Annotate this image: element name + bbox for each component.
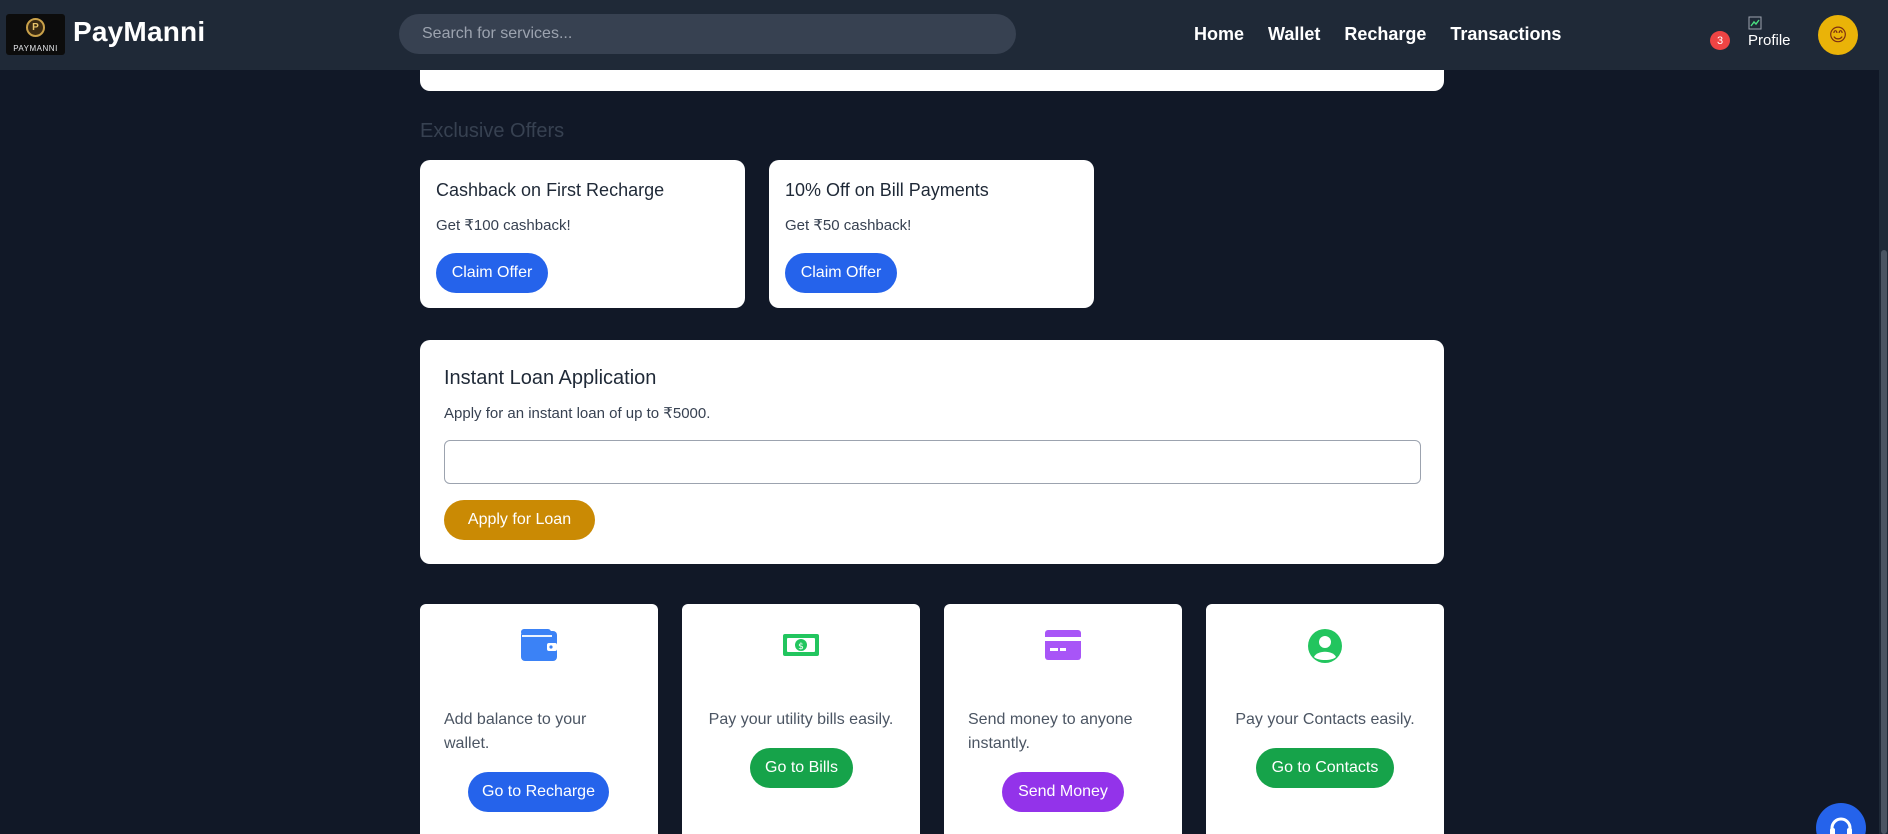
nav-link-transactions[interactable]: Transactions <box>1450 24 1561 45</box>
feature-desc: Send money to anyone instantly. <box>968 711 1133 752</box>
credit-card-icon <box>1045 630 1081 660</box>
feature-desc: Pay your Contacts easily. <box>1235 711 1415 728</box>
profile-image[interactable]: Profile <box>1746 16 1792 50</box>
support-chat-button[interactable] <box>1816 803 1866 834</box>
logo-text: PAYMANNI <box>13 44 58 53</box>
logo[interactable]: P PAYMANNI <box>6 14 65 55</box>
feature-desc: Add balance to your wallet. <box>444 711 587 752</box>
wallet-icon <box>521 629 557 661</box>
nav-link-recharge[interactable]: Recharge <box>1344 24 1426 45</box>
broken-image-icon <box>1748 16 1762 30</box>
loan-desc: Apply for an instant loan of up to ₹5000… <box>444 405 711 422</box>
go-to-recharge-button[interactable]: Go to Recharge <box>468 772 609 812</box>
claim-offer-button[interactable]: Claim Offer <box>785 253 897 293</box>
nav-link-home[interactable]: Home <box>1194 24 1244 45</box>
loan-amount-input[interactable] <box>444 440 1421 484</box>
offer-card: 10% Off on Bill Payments Get ₹50 cashbac… <box>769 160 1094 308</box>
user-circle-icon <box>1308 629 1342 663</box>
apply-loan-button[interactable]: Apply for Loan <box>444 500 595 540</box>
avatar[interactable]: 😊 <box>1818 15 1858 55</box>
money-bill-icon: $ <box>783 634 819 656</box>
feature-card-send-money: Send money to anyone instantly. Send Mon… <box>944 604 1182 834</box>
claim-offer-button[interactable]: Claim Offer <box>436 253 548 293</box>
feature-card-bills: $ Pay your utility bills easily. Go to B… <box>682 604 920 834</box>
navbar: P PAYMANNI PayManni Home Wallet Recharge… <box>0 0 1888 70</box>
send-money-button[interactable]: Send Money <box>1002 772 1124 812</box>
svg-text:$: $ <box>798 642 804 652</box>
offer-title: 10% Off on Bill Payments <box>785 180 989 200</box>
scrollbar-thumb[interactable] <box>1881 250 1887 834</box>
headset-icon <box>1830 817 1852 834</box>
logo-coin-icon: P <box>26 18 45 37</box>
section-title: Exclusive Offers <box>420 120 565 142</box>
offer-desc: Get ₹100 cashback! <box>436 217 571 234</box>
offer-desc: Get ₹50 cashback! <box>785 217 912 234</box>
search-input[interactable] <box>399 14 1016 54</box>
nav-links: Home Wallet Recharge Transactions <box>1194 24 1561 45</box>
go-to-contacts-button[interactable]: Go to Contacts <box>1256 748 1394 788</box>
offer-card: Cashback on First Recharge Get ₹100 cash… <box>420 160 745 308</box>
loan-title: Instant Loan Application <box>444 367 657 389</box>
loan-card: Instant Loan Application Apply for an in… <box>420 340 1444 564</box>
feature-desc: Pay your utility bills easily. <box>708 711 894 728</box>
profile-alt-text: Profile <box>1748 32 1791 49</box>
offer-title: Cashback on First Recharge <box>436 180 665 200</box>
go-to-bills-button[interactable]: Go to Bills <box>750 748 853 788</box>
notification-badge[interactable]: 3 <box>1710 31 1730 50</box>
brand-name[interactable]: PayManni <box>73 16 205 48</box>
feature-card-recharge: Add balance to your wallet. Go to Rechar… <box>420 604 658 834</box>
feature-card-contacts: Pay your Contacts easily. Go to Contacts <box>1206 604 1444 834</box>
nav-link-wallet[interactable]: Wallet <box>1268 24 1320 45</box>
